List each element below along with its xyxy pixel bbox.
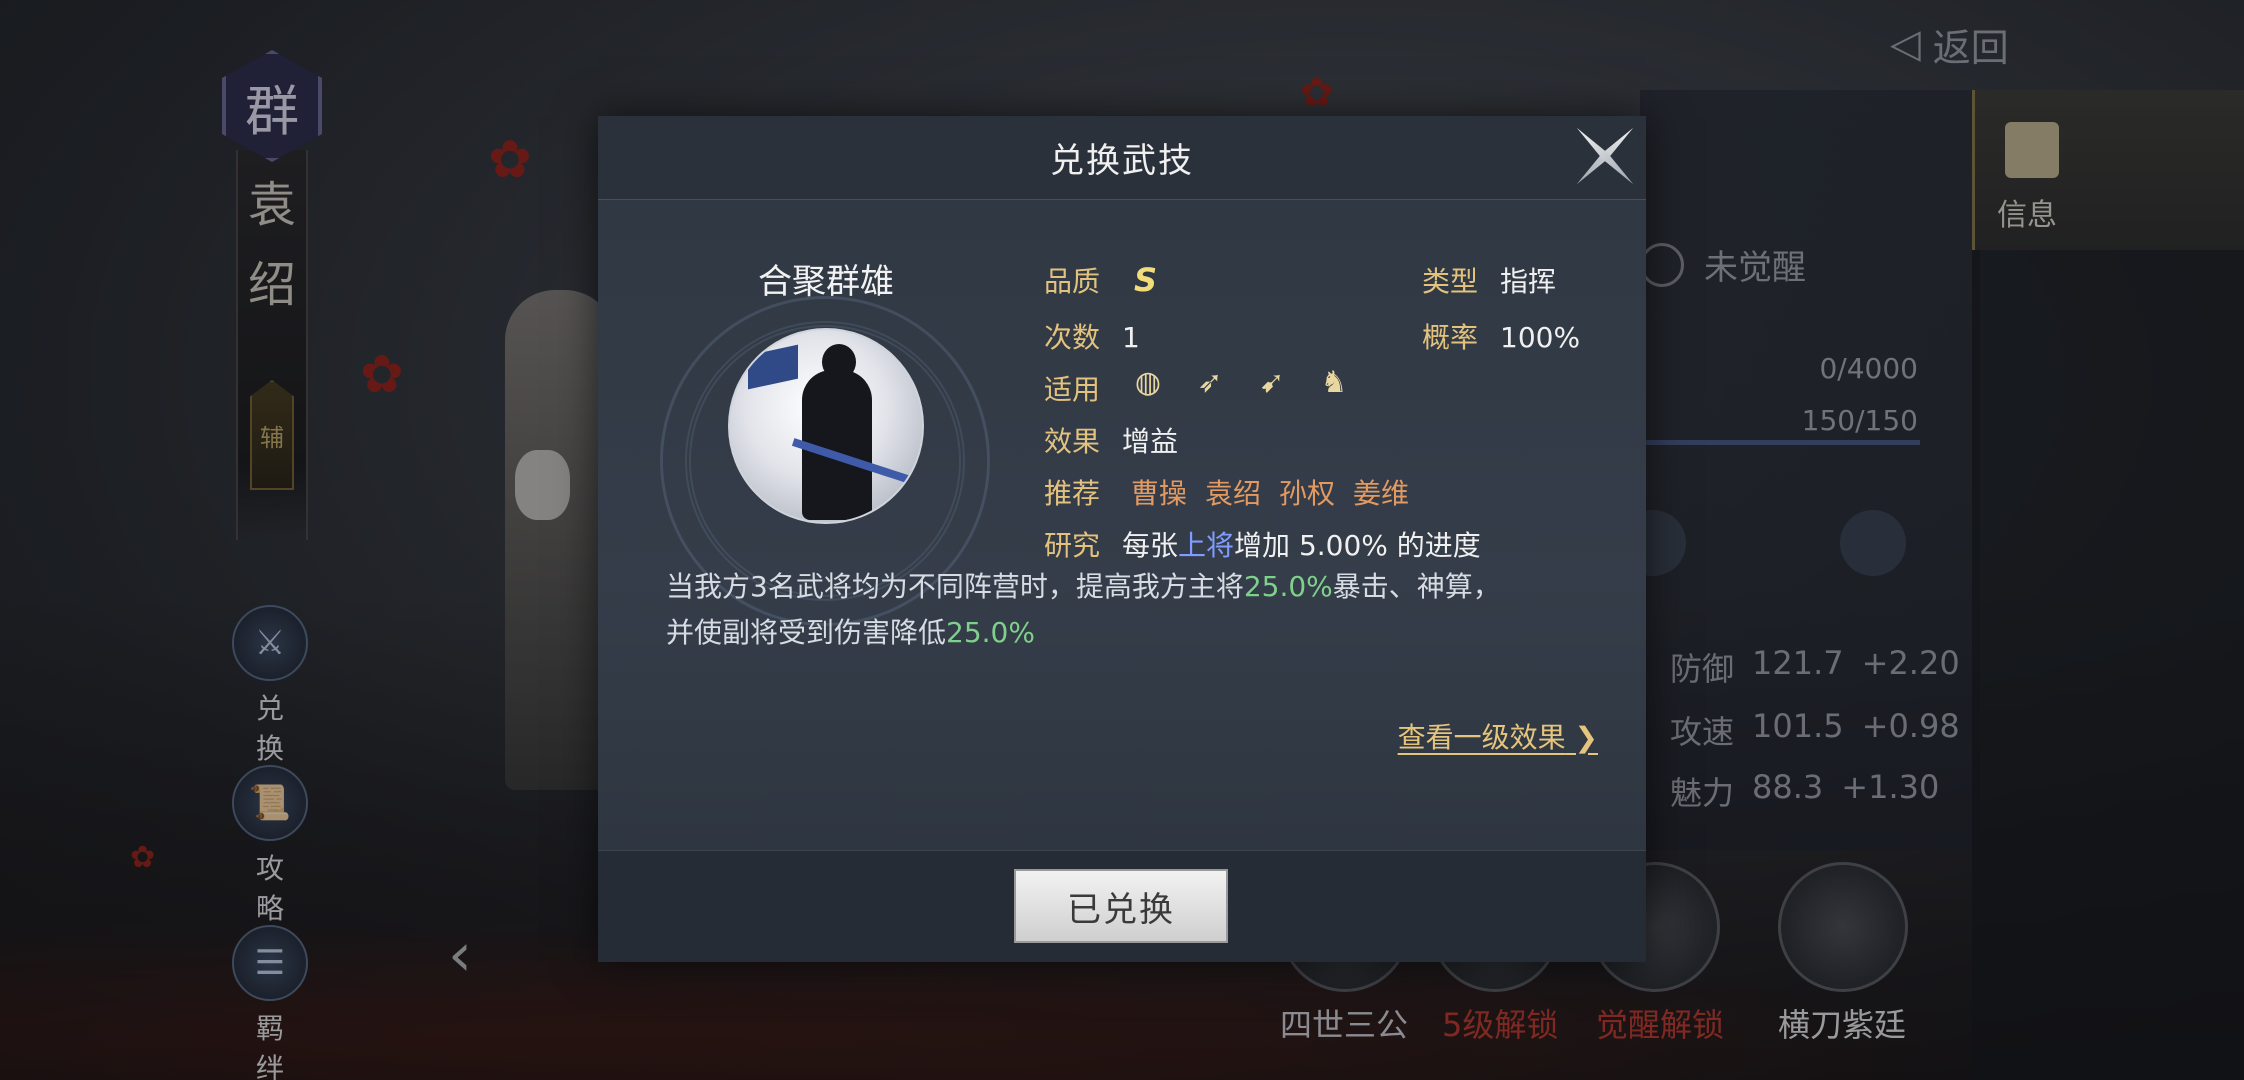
rate-row: 概率 100%: [1422, 316, 1580, 356]
dialog-footer: 已兑换: [598, 850, 1646, 962]
type-row: 类型 指挥: [1422, 260, 1556, 300]
view-link-label: 查看一级效果: [1397, 721, 1566, 754]
effect-label: 效果: [1044, 425, 1101, 458]
rate-value: 100%: [1500, 321, 1581, 354]
apply-row: 适用: [1044, 368, 1100, 408]
desc-text: 并使副将受到伤害降低: [666, 616, 947, 649]
dialog-title: 兑换武技: [1050, 141, 1194, 181]
desc-value: 25.0%: [946, 616, 1035, 649]
count-row: 次数 1: [1044, 316, 1140, 356]
horse-icon: ♞: [1320, 364, 1348, 400]
close-button[interactable]: [1563, 114, 1647, 198]
view-level1-effect-link[interactable]: 查看一级效果 ❯: [1398, 716, 1598, 756]
research-row: 研究 每张上将增加 5.00% 的进度: [1044, 524, 1481, 564]
research-text: 每张: [1122, 529, 1179, 562]
shield-icon: ◍: [1134, 364, 1162, 400]
recommend-general: 袁绍: [1204, 477, 1261, 510]
desc-text: 当我方3名武将均为不同阵营时，提高我方主将: [666, 570, 1244, 603]
type-value: 指挥: [1500, 265, 1557, 298]
recommend-list: 曹操 袁绍 孙权 姜维: [1131, 477, 1409, 510]
redeemed-button[interactable]: 已兑换: [1014, 869, 1228, 943]
effect-value: 增益: [1122, 425, 1179, 458]
spear-icon: ➹: [1259, 364, 1285, 400]
recommend-general: 孙权: [1278, 477, 1335, 510]
desc-text: 暴击、神算，: [1332, 570, 1501, 603]
recommend-row: 推荐 曹操 袁绍 孙权 姜维: [1044, 472, 1409, 512]
skill-description: 当我方3名武将均为不同阵营时，提高我方主将25.0%暴击、神算， 并使副将受到伤…: [666, 564, 1596, 656]
quality-row: 品质 S: [1044, 260, 1157, 300]
count-label: 次数: [1044, 321, 1101, 354]
skill-portrait: [728, 328, 924, 524]
recommend-general: 曹操: [1130, 477, 1187, 510]
recommend-label: 推荐: [1044, 477, 1101, 510]
quality-value: S: [1134, 261, 1158, 299]
apply-icons: ◍ ➶ ➹ ♞: [1130, 364, 1352, 400]
effect-row: 效果 增益: [1044, 420, 1178, 460]
count-value: 1: [1122, 321, 1140, 354]
exchange-skill-dialog: 兑换武技 合聚群雄 品质 S 类型 指挥 次数 1 概率 100% 适用 ◍ ➶ ➹ ♞…: [598, 116, 1646, 962]
research-highlight: 上将: [1178, 529, 1235, 562]
bow-icon: ➶: [1197, 364, 1223, 400]
dialog-header: 兑换武技: [598, 116, 1646, 200]
chevron-right-icon: ❯: [1565, 721, 1598, 754]
close-icon: [1569, 120, 1641, 192]
quality-label: 品质: [1044, 265, 1101, 298]
apply-label: 适用: [1044, 373, 1101, 406]
research-label: 研究: [1044, 529, 1101, 562]
desc-value: 25.0%: [1243, 570, 1333, 603]
research-value: 每张上将增加 5.00% 的进度: [1122, 529, 1481, 562]
research-text: 增加 5.00% 的进度: [1234, 529, 1481, 562]
recommend-general: 姜维: [1352, 477, 1409, 510]
type-label: 类型: [1422, 265, 1479, 298]
rate-label: 概率: [1422, 321, 1479, 354]
